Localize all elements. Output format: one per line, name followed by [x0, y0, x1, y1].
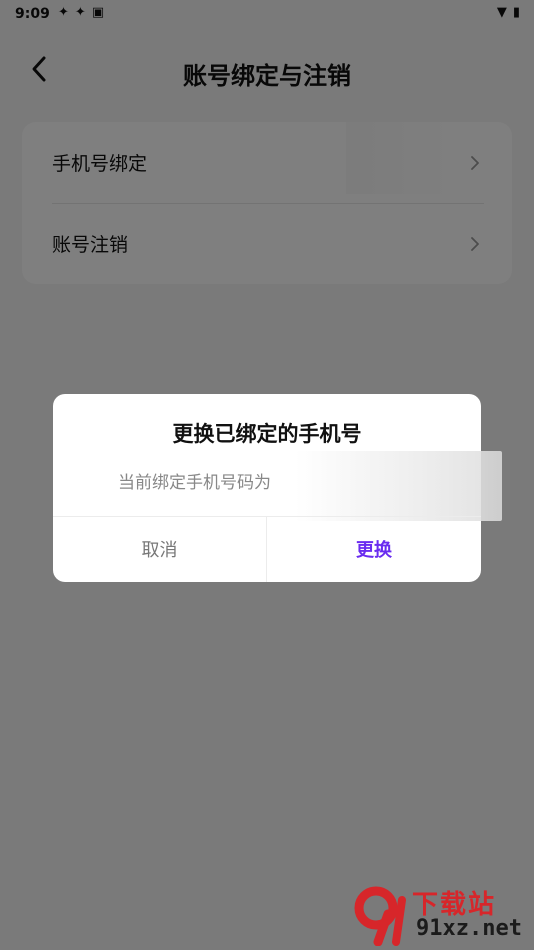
change-button[interactable]: 更换 — [267, 516, 481, 582]
watermark-logo-icon — [354, 886, 406, 946]
watermark-text-bottom: 91xz.net — [416, 916, 522, 941]
dialog-title: 更换已绑定的手机号 — [172, 422, 362, 446]
cancel-button[interactable]: 取消 — [53, 516, 266, 582]
change-phone-dialog: 更换已绑定的手机号 当前绑定手机号码为 取消 更换 — [53, 394, 502, 582]
dialog-message: 当前绑定手机号码为 — [118, 473, 271, 493]
watermark: 下载站 91xz.net — [352, 884, 528, 946]
redacted-phone-number — [295, 451, 502, 521]
